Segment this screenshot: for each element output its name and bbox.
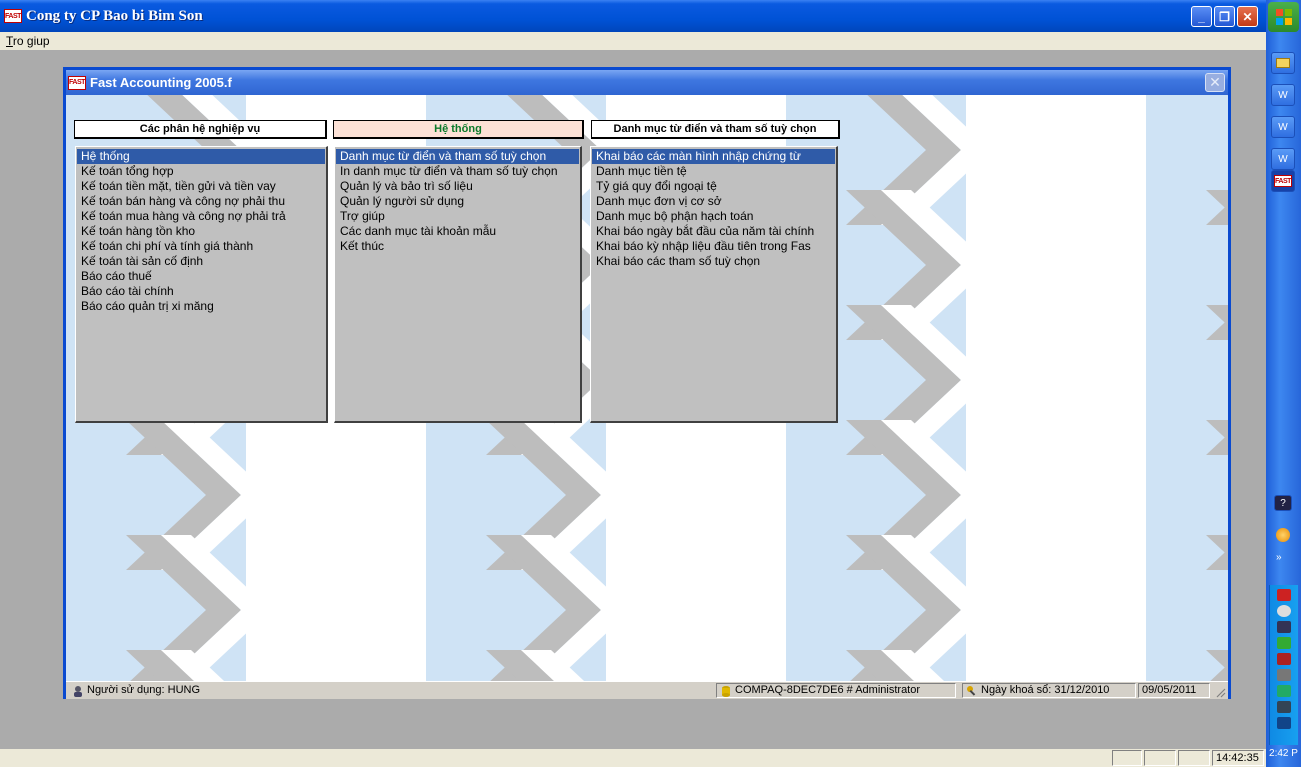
- system-list[interactable]: Danh mục từ điển và tham số tuỳ chọn In d…: [334, 146, 582, 423]
- list-item[interactable]: Kế toán chi phí và tính giá thành: [77, 239, 325, 254]
- status-lock-date-text: Ngày khoá sổ: 31/12/2010: [981, 684, 1110, 696]
- restore-button[interactable]: ❐: [1214, 6, 1235, 27]
- list-item[interactable]: In danh mục từ điển và tham số tuỳ chọn: [336, 164, 579, 179]
- folder-icon: [1276, 58, 1290, 68]
- update-icon[interactable]: [1277, 669, 1291, 681]
- list-item[interactable]: Khai báo ngày bắt đầu của năm tài chính: [592, 224, 835, 239]
- taskbar-clock[interactable]: 2:42 P: [1266, 748, 1301, 759]
- list-item[interactable]: Kế toán bán hàng và công nợ phải thu: [77, 194, 325, 209]
- taskbar-help-button[interactable]: ?: [1274, 495, 1292, 511]
- user-icon: [74, 685, 82, 697]
- speaker-icon[interactable]: [1277, 621, 1291, 633]
- list-item[interactable]: Kế toán tiền mặt, tiền gửi và tiền vay: [77, 179, 325, 194]
- module-list[interactable]: Hệ thống Kế toán tổng hợp Kế toán tiền mặt…: [75, 146, 328, 423]
- messenger-icon[interactable]: [1276, 528, 1290, 542]
- child-titlebar: FAST Fast Accounting 2005.f ✕: [66, 70, 1228, 95]
- taskbar-folder-button[interactable]: [1271, 52, 1295, 74]
- list-item[interactable]: Quản lý người sử dụng: [336, 194, 579, 209]
- word-icon: W: [1278, 153, 1288, 165]
- status-date: 09/05/2011: [1138, 683, 1210, 698]
- resize-grip-icon[interactable]: [1214, 686, 1226, 698]
- child-close-button[interactable]: ✕: [1205, 73, 1225, 92]
- minimize-icon: _: [1198, 9, 1205, 24]
- list-item[interactable]: Các danh mục tài khoản mẫu: [336, 224, 579, 239]
- app-status-bar: 14:42:35: [0, 749, 1266, 767]
- app-status-cell: [1178, 750, 1210, 766]
- catalog-list[interactable]: Khai báo các màn hình nhập chứng từ Danh …: [590, 146, 838, 423]
- restore-icon: ❐: [1219, 9, 1230, 24]
- system-tray: [1269, 585, 1298, 745]
- usb-icon[interactable]: [1277, 685, 1291, 697]
- list-item[interactable]: Kế toán tổng hợp: [77, 164, 325, 179]
- key-icon: [967, 685, 976, 696]
- panel-header-catalog[interactable]: Danh mục từ điển và tham số tuỳ chọn: [591, 120, 840, 139]
- panel-header-modules[interactable]: Các phân hệ nghiệp vụ: [74, 120, 327, 139]
- word-icon: W: [1278, 121, 1288, 133]
- child-title: Fast Accounting 2005.f: [90, 75, 232, 90]
- list-item[interactable]: Kế toán mua hàng và công nợ phải trả: [77, 209, 325, 224]
- fast-logo-icon: FAST: [68, 75, 86, 90]
- list-item[interactable]: Báo cáo tài chính: [77, 284, 325, 299]
- close-icon: ✕: [1209, 74, 1221, 90]
- status-user: Người sử dụng: HUNG: [69, 683, 709, 698]
- status-user-text: Người sử dụng: HUNG: [87, 684, 201, 696]
- security-icon[interactable]: [1277, 653, 1291, 665]
- list-item[interactable]: Khai báo các màn hình nhập chứng từ: [592, 149, 835, 164]
- menu-item-help[interactable]: Tro giup: [6, 34, 50, 48]
- main-menu-area: Các phân hệ nghiệp vụ Hệ thống Kế toán tổ…: [66, 95, 1228, 681]
- panel-header-system[interactable]: Hệ thống: [333, 120, 584, 139]
- list-item[interactable]: Kết thúc: [336, 239, 579, 254]
- app-status-cell: [1112, 750, 1142, 766]
- network-icon[interactable]: [1277, 605, 1291, 617]
- background-tile: [1146, 95, 1228, 681]
- list-item[interactable]: Khai báo các tham số tuỳ chọn: [592, 254, 835, 269]
- word-icon: W: [1278, 89, 1288, 101]
- chevron-down-icon[interactable]: »: [1276, 552, 1282, 563]
- app-titlebar: FAST Cong ty CP Bao bi Bim Son _ ❐ ✕: [0, 0, 1266, 32]
- app-title: Cong ty CP Bao bi Bim Son: [26, 7, 203, 24]
- list-item[interactable]: Báo cáo quản trị xi măng: [77, 299, 325, 314]
- monitor-icon[interactable]: [1277, 637, 1291, 649]
- taskbar-word-button[interactable]: W: [1271, 116, 1295, 138]
- list-item[interactable]: Khai báo kỳ nhập liệu đầu tiên trong Fas: [592, 239, 835, 254]
- app-status-cell: [1144, 750, 1176, 766]
- status-computer-text: COMPAQ-8DEC7DE6 # Administrator: [735, 684, 921, 696]
- list-item[interactable]: Danh mục tiền tệ: [592, 164, 835, 179]
- app-status-time: 14:42:35: [1212, 750, 1264, 766]
- status-date-text: 09/05/2011: [1142, 684, 1197, 696]
- status-lock-date: Ngày khoá sổ: 31/12/2010: [962, 683, 1136, 698]
- antivirus-icon[interactable]: [1277, 589, 1291, 601]
- list-item[interactable]: Danh mục đơn vị cơ sở: [592, 194, 835, 209]
- list-item[interactable]: Kế toán hàng tồn kho: [77, 224, 325, 239]
- help-icon: ?: [1280, 497, 1286, 509]
- list-item[interactable]: Danh mục từ điển và tham số tuỳ chọn: [336, 149, 579, 164]
- list-item[interactable]: Quản lý và bảo trì số liệu: [336, 179, 579, 194]
- taskbar-fast-button[interactable]: FAST: [1271, 170, 1295, 192]
- keyboard-icon[interactable]: [1277, 717, 1291, 729]
- windows-logo-icon: [1275, 9, 1292, 25]
- list-item[interactable]: Hệ thống: [77, 149, 325, 164]
- close-button[interactable]: ✕: [1237, 6, 1258, 27]
- status-bar: Người sử dụng: HUNG COMPAQ-8DEC7DE6 # Ad…: [66, 681, 1228, 699]
- status-computer: COMPAQ-8DEC7DE6 # Administrator: [716, 683, 956, 698]
- child-window: FAST Fast Accounting 2005.f ✕ Các phân h…: [63, 67, 1231, 699]
- list-item[interactable]: Báo cáo thuế: [77, 269, 325, 284]
- fast-logo-icon: FAST: [1274, 175, 1292, 187]
- minimize-button[interactable]: _: [1191, 6, 1212, 27]
- close-icon: ✕: [1242, 9, 1253, 24]
- display-icon[interactable]: [1277, 701, 1291, 713]
- list-item[interactable]: Kế toán tài sản cố định: [77, 254, 325, 269]
- taskbar-word-button[interactable]: W: [1271, 84, 1295, 106]
- taskbar-word-button[interactable]: W: [1271, 148, 1295, 170]
- database-icon: [722, 685, 730, 697]
- taskbar: W W W FAST ? » 2:42 P: [1266, 0, 1301, 767]
- list-item[interactable]: Trợ giúp: [336, 209, 579, 224]
- start-button[interactable]: [1268, 2, 1299, 32]
- list-item[interactable]: Tỷ giá quy đổi ngoại tệ: [592, 179, 835, 194]
- list-item[interactable]: Danh mục bộ phận hạch toán: [592, 209, 835, 224]
- menu-bar: Tro giup: [0, 32, 1266, 50]
- fast-logo-icon: FAST: [4, 9, 22, 23]
